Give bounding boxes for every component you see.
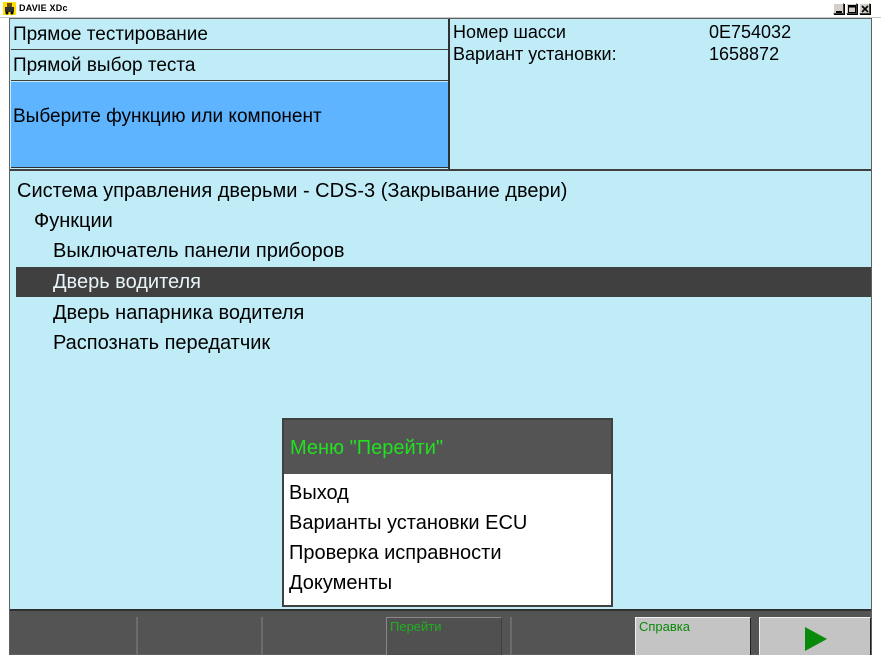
install-variant-label: Вариант установки: xyxy=(453,44,617,64)
screen-mode: Прямой выбор теста xyxy=(11,51,448,81)
vehicle-info-panel: Номер шасси 0E754032 Вариант установки: … xyxy=(453,20,871,168)
instruction-prompt: Выберите функцию или компонент xyxy=(11,82,448,168)
title-bar: DAVIE XDc xyxy=(0,0,881,18)
davie-app-icon xyxy=(3,2,16,15)
tree-item-dashboard-switch[interactable]: Выключатель панели приборов xyxy=(10,236,865,266)
function-key-bar: Перейти Справка xyxy=(10,609,871,655)
tree-item-co-driver-door[interactable]: Дверь напарника водителя xyxy=(10,298,865,328)
go-menu-title: Меню "Перейти" xyxy=(284,420,611,474)
tree-item-recognize-transmitter[interactable]: Распознать передатчик xyxy=(10,328,865,358)
chassis-label: Номер шасси xyxy=(453,22,566,42)
close-button[interactable] xyxy=(859,3,870,14)
go-button[interactable]: Перейти xyxy=(386,617,502,655)
go-menu-item-ecu-variants[interactable]: Варианты установки ECU xyxy=(289,509,527,537)
function-key-slot xyxy=(261,617,263,655)
help-button-label: Справка xyxy=(639,619,690,634)
minimize-button[interactable] xyxy=(833,3,844,14)
window-title: DAVIE XDc xyxy=(19,3,68,13)
go-menu-item-documents[interactable]: Документы xyxy=(289,569,392,597)
tree-item-driver-door-selected[interactable]: Дверь водителя xyxy=(16,267,871,297)
function-key-slot xyxy=(510,617,512,655)
go-menu-item-exit[interactable]: Выход xyxy=(289,479,349,507)
close-icon xyxy=(861,5,869,13)
play-arrow-icon xyxy=(805,627,827,651)
tree-system-node[interactable]: Система управления дверьми - CDS-3 (Закр… xyxy=(17,176,872,206)
screen-title: Прямое тестирование xyxy=(11,20,448,50)
maximize-icon xyxy=(848,5,856,13)
minimize-icon xyxy=(836,11,842,13)
help-button[interactable]: Справка xyxy=(635,617,751,655)
main-frame: Прямое тестирование Прямой выбор теста В… xyxy=(9,18,872,655)
next-button[interactable] xyxy=(759,617,871,655)
tree-functions-group[interactable]: Функции xyxy=(34,206,881,236)
maximize-button[interactable] xyxy=(846,3,857,14)
go-button-label: Перейти xyxy=(390,619,442,634)
function-key-slot xyxy=(136,617,138,655)
go-menu-item-health-check[interactable]: Проверка исправности xyxy=(289,539,502,567)
header-divider xyxy=(448,19,450,169)
install-variant-value: 1658872 xyxy=(709,44,780,64)
go-menu-popup: Меню "Перейти" Выход Варианты установки … xyxy=(282,418,613,607)
chassis-value: 0E754032 xyxy=(709,22,792,42)
